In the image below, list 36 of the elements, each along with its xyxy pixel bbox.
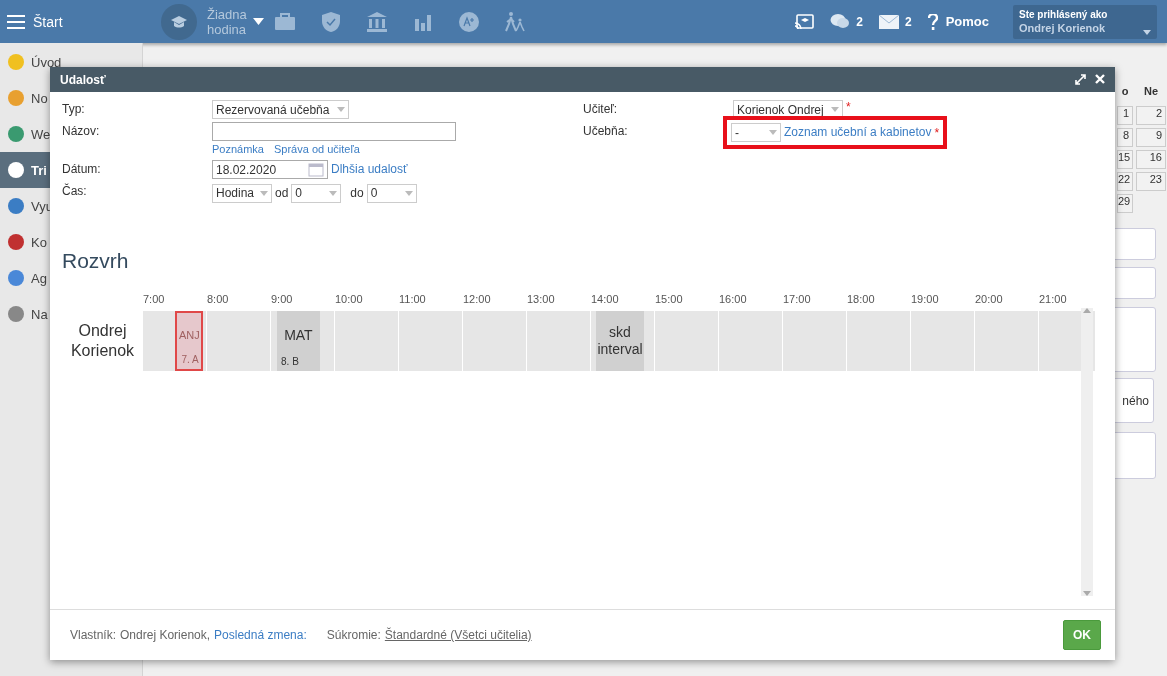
teacher-name: Ondrej Korienok <box>69 321 136 361</box>
field-label: Učebňa: <box>583 123 629 140</box>
weekday-header: o <box>1120 85 1130 99</box>
field-label: Názov: <box>62 123 101 140</box>
hour-label: 20:00 <box>975 293 1004 307</box>
from-label: od <box>275 186 289 200</box>
hour-label: 11:00 <box>399 293 427 307</box>
hour-label: 19:00 <box>911 293 940 307</box>
required-mark: * <box>934 125 940 140</box>
hour-label: 16:00 <box>719 293 748 307</box>
side-card-text: ného <box>1122 393 1149 408</box>
hour-label: 12:00 <box>463 293 492 307</box>
hour-label: 10:00 <box>335 293 364 307</box>
field-label: Typ: <box>62 101 86 118</box>
hour-label: 8:00 <box>207 293 230 307</box>
owner-label: Vlastník: <box>70 628 117 642</box>
hour-label: 9:00 <box>271 293 294 307</box>
hour-label: 13:00 <box>527 293 556 307</box>
owner-name: Ondrej Korienok, <box>120 628 211 642</box>
to-label: do <box>350 186 364 200</box>
messages-count: 2 <box>904 14 912 29</box>
field-label: Učiteľ: <box>583 101 619 118</box>
hour-label: 17:00 <box>783 293 812 307</box>
privacy-label: Súkromie: <box>326 628 381 642</box>
comments-count: 2 <box>856 14 863 29</box>
schedule-title: Rozvrh <box>62 249 130 273</box>
required-mark: * <box>846 100 851 114</box>
dialog-title: Udalosť <box>60 72 107 87</box>
hour-label: 18:00 <box>847 293 876 307</box>
field-label: Dátum: <box>62 161 102 178</box>
hour-label: 7:00 <box>143 293 166 307</box>
weekday-header: Ne <box>1142 85 1160 99</box>
field-label: Čas: <box>62 182 88 200</box>
hour-label: 21:00 <box>1039 293 1068 307</box>
hour-label: 15:00 <box>655 293 684 307</box>
hour-label: 14:00 <box>591 293 620 307</box>
